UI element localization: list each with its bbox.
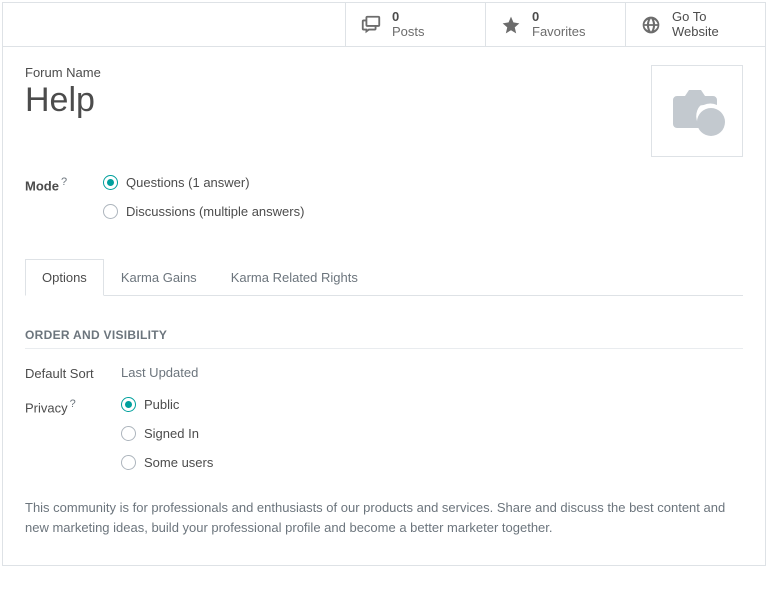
privacy-option-some-users-label: Some users — [144, 455, 213, 470]
stat-posts[interactable]: 0 Posts — [345, 3, 485, 46]
form-sheet: 0 Posts 0 Favorites Go To Website — [2, 2, 766, 566]
default-sort-row: Default Sort Last Updated — [25, 365, 743, 381]
tab-karma-rights[interactable]: Karma Related Rights — [214, 259, 375, 296]
mode-help-icon[interactable]: ? — [61, 176, 67, 188]
privacy-radios: Public Signed In Some users — [121, 397, 213, 470]
stat-favorites-text: 0 Favorites — [532, 10, 585, 40]
privacy-option-some-users[interactable]: Some users — [121, 455, 213, 470]
stat-bar-spacer — [3, 3, 345, 46]
mode-radios: Questions (1 answer) Discussions (multip… — [103, 175, 304, 219]
stat-posts-text: 0 Posts — [392, 10, 425, 40]
forum-name-input[interactable] — [25, 82, 651, 119]
stat-website-line1: Go To — [672, 10, 719, 25]
title-block: Forum Name — [25, 65, 651, 119]
mode-row: Mode? Questions (1 answer) Discussions (… — [25, 175, 743, 219]
privacy-option-public-label: Public — [144, 397, 179, 412]
form-body: Forum Name Mode? Questions (1 — [3, 47, 765, 565]
stat-favorites[interactable]: 0 Favorites — [485, 3, 625, 46]
default-sort-label: Default Sort — [25, 365, 121, 381]
mode-option-discussions-label: Discussions (multiple answers) — [126, 204, 304, 219]
camera-plus-icon — [665, 78, 729, 145]
section-order-visibility-heading: ORDER AND VISIBILITY — [25, 328, 743, 349]
privacy-option-signed-in[interactable]: Signed In — [121, 426, 213, 441]
radio-icon — [103, 175, 118, 190]
mode-label: Mode? — [25, 175, 103, 193]
radio-icon — [121, 426, 136, 441]
mode-option-questions[interactable]: Questions (1 answer) — [103, 175, 304, 190]
stat-go-to-website[interactable]: Go To Website — [625, 3, 765, 46]
image-upload-placeholder[interactable] — [651, 65, 743, 157]
stat-posts-count: 0 — [392, 10, 425, 25]
stat-favorites-count: 0 — [532, 10, 585, 25]
stat-favorites-label: Favorites — [532, 25, 585, 40]
tab-bar: Options Karma Gains Karma Related Rights — [25, 259, 743, 296]
header-row: Forum Name — [25, 65, 743, 157]
tab-karma-gains[interactable]: Karma Gains — [104, 259, 214, 296]
forum-description[interactable]: This community is for professionals and … — [25, 498, 743, 537]
privacy-option-signed-in-label: Signed In — [144, 426, 199, 441]
star-icon — [500, 14, 522, 36]
radio-icon — [121, 397, 136, 412]
mode-option-discussions[interactable]: Discussions (multiple answers) — [103, 204, 304, 219]
radio-icon — [103, 204, 118, 219]
mode-label-text: Mode — [25, 178, 59, 193]
privacy-row: Privacy? Public Signed In Some users — [25, 397, 743, 470]
default-sort-value[interactable]: Last Updated — [121, 365, 198, 380]
privacy-option-public[interactable]: Public — [121, 397, 213, 412]
privacy-label: Privacy? — [25, 397, 121, 415]
mode-option-questions-label: Questions (1 answer) — [126, 175, 250, 190]
globe-icon — [640, 14, 662, 36]
title-field-label: Forum Name — [25, 65, 651, 80]
radio-icon — [121, 455, 136, 470]
tab-options[interactable]: Options — [25, 259, 104, 296]
stat-posts-label: Posts — [392, 25, 425, 40]
comments-icon — [360, 14, 382, 36]
privacy-help-icon[interactable]: ? — [70, 398, 76, 410]
stat-bar: 0 Posts 0 Favorites Go To Website — [3, 3, 765, 47]
stat-website-text: Go To Website — [672, 10, 719, 40]
privacy-label-text: Privacy — [25, 400, 68, 415]
stat-website-line2: Website — [672, 25, 719, 40]
